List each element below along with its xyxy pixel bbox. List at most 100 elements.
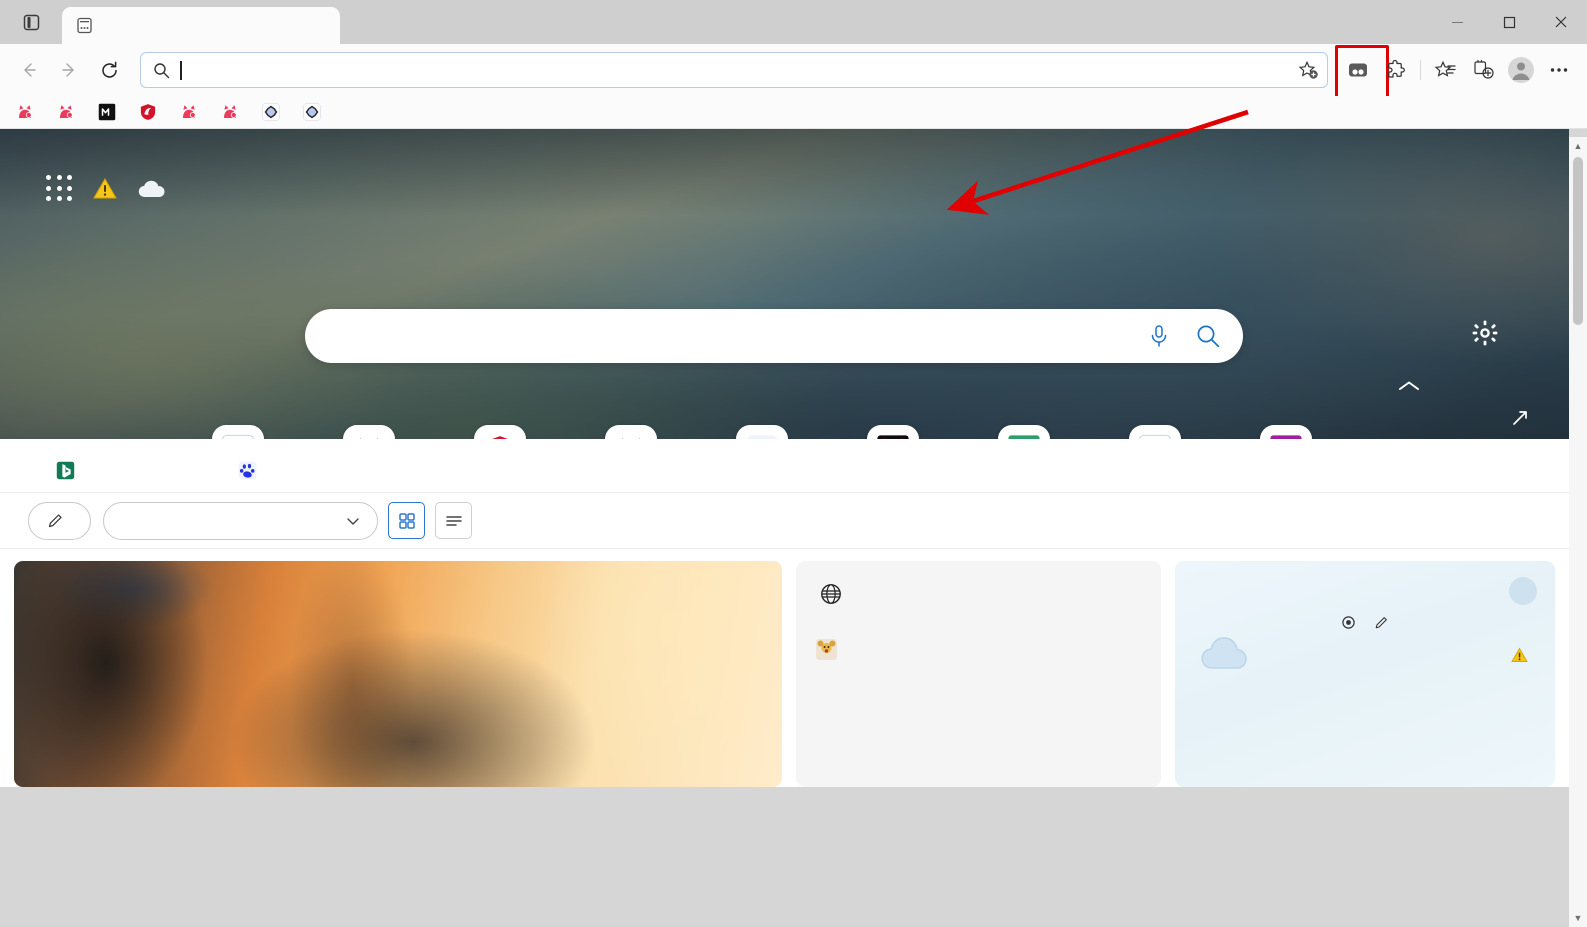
window-maximize-button[interactable] xyxy=(1483,0,1535,44)
browser-tab-active[interactable] xyxy=(62,7,340,44)
gear-icon xyxy=(1472,320,1498,346)
globe-glyph-icon xyxy=(821,584,841,604)
shortcut-tile-icon xyxy=(735,425,788,439)
shortcut-tile[interactable] xyxy=(827,425,958,439)
arrow-left-icon xyxy=(24,63,36,77)
split-screen-button[interactable] xyxy=(1335,45,1389,101)
globe-icon xyxy=(816,579,846,609)
bookmark-item[interactable] xyxy=(295,100,336,124)
shortcut-tile[interactable] xyxy=(565,425,696,439)
shortcut-tile[interactable] xyxy=(1089,425,1220,439)
weather-location-row[interactable] xyxy=(1193,615,1537,630)
favorites-star-icon xyxy=(1434,60,1456,77)
add-shortcut-button[interactable] xyxy=(1351,429,1397,439)
background-feedback-button[interactable] xyxy=(1511,409,1541,427)
news-article-card[interactable] xyxy=(796,561,1161,787)
collections-icon xyxy=(1473,59,1494,79)
quick-link-item[interactable] xyxy=(56,461,238,480)
personalize-button[interactable] xyxy=(28,501,91,540)
profile-button[interactable] xyxy=(1503,52,1539,88)
shortcut-tile[interactable] xyxy=(1220,425,1351,439)
shortcut-tile[interactable] xyxy=(434,425,565,439)
news-hero-image-card[interactable] xyxy=(14,561,782,787)
page-settings-button[interactable] xyxy=(1471,319,1499,352)
weather-widget-card[interactable] xyxy=(1175,561,1555,787)
cat-icon xyxy=(359,438,378,439)
toolbar-divider xyxy=(1420,60,1421,80)
microphone-icon[interactable] xyxy=(1147,323,1171,349)
bookmark-item[interactable] xyxy=(172,100,213,124)
grid-view-button[interactable] xyxy=(388,502,425,539)
shortcut-tile[interactable] xyxy=(303,425,434,439)
new-tab-page-favicon xyxy=(77,17,92,34)
extensions-button[interactable] xyxy=(1378,52,1414,88)
alert-triangle-icon xyxy=(1511,647,1528,662)
weather-alert-warning-icon[interactable] xyxy=(92,176,118,202)
weather-more-options-button[interactable] xyxy=(1509,577,1537,605)
browser-toolbar xyxy=(0,44,1587,101)
back-button[interactable] xyxy=(10,51,48,89)
window-controls xyxy=(1431,0,1587,44)
add-favorite-icon[interactable] xyxy=(1298,60,1319,81)
hero-search-submit-icon[interactable] xyxy=(1195,323,1221,349)
bookmark-item[interactable] xyxy=(90,100,131,124)
cat-icon xyxy=(224,105,237,118)
list-view-button[interactable] xyxy=(435,502,472,539)
news-source xyxy=(816,639,1141,660)
favorites-button[interactable] xyxy=(1427,52,1463,88)
bookmark-item[interactable] xyxy=(131,100,172,124)
weather-cloud-icon xyxy=(1201,637,1247,669)
collapse-content-button[interactable] xyxy=(1397,379,1421,398)
refresh-button[interactable] xyxy=(90,51,128,89)
t-green-icon xyxy=(1007,435,1040,439)
new-tab-button[interactable] xyxy=(347,8,381,42)
baidu-icon xyxy=(238,461,257,480)
edit-pencil-icon[interactable] xyxy=(1374,615,1389,630)
cat-icon xyxy=(183,105,196,118)
bookmark-item[interactable] xyxy=(8,100,49,124)
visible-content-select[interactable] xyxy=(103,501,378,540)
news-category-tabs xyxy=(0,493,1569,549)
hero-search-box[interactable] xyxy=(305,309,1243,363)
bookmark-item[interactable] xyxy=(49,100,90,124)
msi-shield-icon xyxy=(491,436,508,439)
tab-close-icon[interactable] xyxy=(304,13,330,39)
window-minimize-button[interactable] xyxy=(1431,0,1483,44)
forward-button[interactable] xyxy=(50,51,88,89)
settings-and-more-button[interactable] xyxy=(1541,52,1577,88)
text-caret xyxy=(180,60,182,80)
address-bar[interactable] xyxy=(140,52,1328,88)
maximize-icon xyxy=(1503,16,1515,28)
arrow-right-icon xyxy=(62,63,74,77)
window-close-button[interactable] xyxy=(1535,0,1587,44)
shortcut-tile[interactable] xyxy=(696,425,827,439)
tab-actions-area xyxy=(0,0,62,44)
collections-button[interactable] xyxy=(1465,52,1501,88)
shortcut-tile[interactable] xyxy=(172,425,303,439)
quick-link-item[interactable] xyxy=(238,461,420,480)
shortcut-tile-icon xyxy=(997,425,1050,439)
title-bar xyxy=(0,0,1587,44)
bookmark-item[interactable] xyxy=(213,100,254,124)
shortcut-tile[interactable] xyxy=(958,425,1089,439)
tab-actions-menu-icon[interactable] xyxy=(17,8,45,36)
t-purple-icon xyxy=(1269,435,1302,439)
minimize-icon xyxy=(1451,21,1463,23)
split-screen-icon xyxy=(1349,63,1367,77)
mb-icon xyxy=(98,103,116,121)
cat-icon xyxy=(19,105,32,118)
hero-search-icon-group xyxy=(1147,323,1221,349)
omnibox-right-icons xyxy=(1298,60,1319,81)
bookmarks-bar xyxy=(0,96,1587,129)
grid-view-icon xyxy=(398,512,415,529)
shortcut-tile-icon xyxy=(866,425,919,439)
avatar-icon xyxy=(1508,57,1534,83)
shortcut-tile-icon xyxy=(604,425,657,439)
app-grid-icon[interactable] xyxy=(46,175,74,203)
bookmarks-overflow-button[interactable] xyxy=(1549,99,1579,125)
address-input-area[interactable] xyxy=(180,60,1288,80)
hero-background-image xyxy=(0,129,1569,439)
bookmark-item[interactable] xyxy=(254,100,295,124)
nexus-icon xyxy=(303,103,321,121)
tab-list-icon xyxy=(23,14,39,30)
